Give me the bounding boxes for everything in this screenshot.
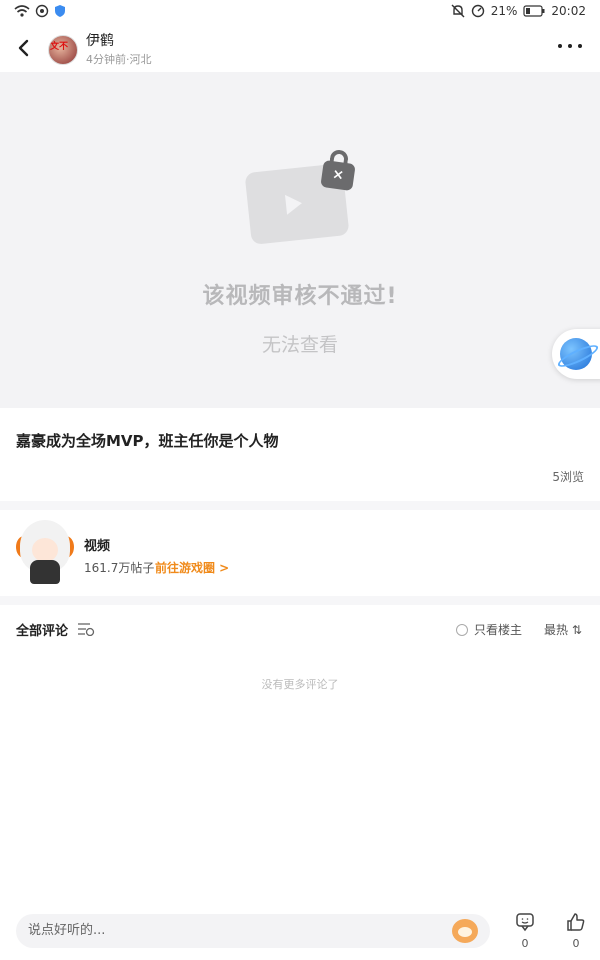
floating-planet-button[interactable]	[552, 329, 600, 379]
planet-icon	[560, 338, 592, 370]
circle-name: 视频	[84, 539, 111, 554]
radio-icon	[456, 623, 468, 636]
blocked-video-icon: ×	[244, 148, 358, 245]
comment-input-placeholder: 说点好听的...	[28, 923, 106, 938]
game-circle-card[interactable]: 视频 161.7万帖子 前往游戏圈 >	[0, 510, 600, 596]
comments-title: 全部评论	[16, 624, 69, 639]
post-header: 文不 伊鹤 4分钟前·河北	[0, 24, 600, 72]
sort-hot-button[interactable]: 最热 ⇅	[544, 621, 582, 638]
like-button[interactable]: 0	[564, 912, 588, 950]
view-count: 5浏览	[552, 470, 584, 484]
post-content: 嘉豪成为全场MVP，班主任你是个人物 5浏览	[0, 408, 600, 501]
battery-percent: 21%	[490, 4, 518, 18]
comment-button[interactable]: 0	[513, 912, 537, 950]
no-more-comments: 没有更多评论了	[261, 678, 339, 691]
status-right: 21% 20:02	[451, 4, 586, 18]
like-count: 0	[572, 937, 580, 950]
filter-icon[interactable]	[77, 622, 95, 636]
video-blocked-title: 该视频审核不通过!	[202, 284, 398, 309]
video-blocked-subtitle: 无法查看	[261, 334, 338, 356]
speed-icon	[471, 4, 484, 18]
emoji-icon[interactable]	[452, 919, 478, 943]
username[interactable]: 伊鹤	[86, 30, 114, 50]
comment-input[interactable]: 说点好听的...	[16, 914, 490, 948]
user-avatar[interactable]: 文不	[48, 35, 78, 65]
thumbs-up-icon	[567, 913, 585, 931]
video-player: × 该视频审核不通过! 无法查看	[0, 72, 600, 408]
comment-count: 0	[521, 937, 529, 950]
bottom-bar: 说点好听的... 0 0	[0, 902, 600, 960]
avatar-badge: 文不	[50, 42, 69, 52]
wifi-icon	[14, 5, 30, 17]
circle-post-count: 161.7万帖子	[84, 561, 155, 575]
circle-avatar	[16, 520, 74, 584]
hotspot-icon	[35, 4, 49, 18]
only-owner-toggle[interactable]: 只看楼主	[456, 621, 522, 638]
clock: 20:02	[551, 4, 586, 18]
battery-icon	[523, 5, 545, 17]
back-arrow-icon[interactable]	[14, 36, 34, 60]
mute-icon	[451, 4, 465, 18]
only-owner-label: 只看楼主	[474, 623, 523, 637]
comment-icon	[516, 913, 534, 932]
post-meta: 4分钟前·河北	[86, 53, 152, 66]
status-left	[14, 4, 66, 18]
go-to-circle-link[interactable]: 前往游戏圈 >	[155, 559, 229, 576]
status-bar: 21% 20:02	[0, 0, 600, 24]
more-options-icon[interactable]	[558, 42, 582, 50]
shield-icon	[55, 5, 65, 17]
post-title: 嘉豪成为全场MVP，班主任你是个人物	[16, 432, 279, 450]
comments-section: 全部评论 只看楼主 最热 ⇅ 没有更多评论了	[0, 605, 600, 902]
